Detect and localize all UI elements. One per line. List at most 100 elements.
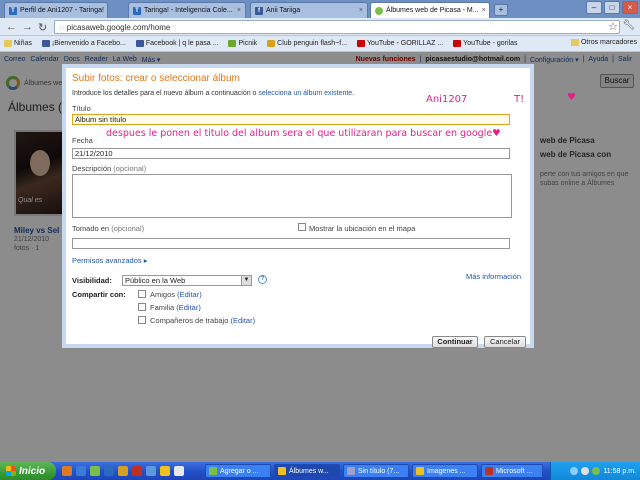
bookmark-label: YouTube - gorilas (463, 40, 518, 47)
select-existing-album-link[interactable]: selecciona un álbum existente (258, 90, 352, 97)
optional-hint: (opcional) (113, 164, 147, 173)
date-input[interactable]: 21/12/2010 (72, 148, 510, 159)
tab-picasa[interactable]: Álbumes web de Picasa - M... × (370, 2, 490, 18)
quicklaunch-icon[interactable] (90, 466, 100, 476)
tab-facebook[interactable]: f Anii Tariiɡa × (250, 2, 368, 18)
edit-link[interactable]: (Editar) (176, 303, 201, 312)
share-coworkers-label: Compañeros de trabajo (Editar) (150, 316, 255, 325)
task-label: Imagenes ... (427, 467, 466, 475)
share-family-label: Familia (Editar) (150, 303, 201, 312)
tab-label: Taringa! - Inteligencia Cole... (144, 7, 233, 14)
minimize-button[interactable]: – (586, 1, 602, 14)
forward-icon[interactable]: → (22, 21, 33, 33)
bookmark-item[interactable]: ¡Bienvenido a Facebo... (41, 40, 126, 47)
quicklaunch-icon[interactable] (174, 466, 184, 476)
facebook-icon (41, 40, 50, 47)
share-family-checkbox[interactable] (138, 303, 146, 311)
bookmark-item[interactable]: YouTube - GORILLAZ ... (357, 40, 443, 47)
url-text: picasaweb.google.com/home (66, 22, 171, 32)
close-window-button[interactable]: × (622, 1, 638, 14)
bookmark-item[interactable]: Club penguin flash~f... (267, 40, 347, 47)
wrench-icon[interactable]: 🔧︎ (622, 20, 635, 31)
tab-label: Anii Tariiɡa (266, 7, 301, 14)
volume-icon[interactable] (581, 467, 590, 475)
help-icon[interactable]: ? (258, 275, 267, 284)
title-label: Título (72, 104, 91, 113)
quicklaunch-icon[interactable] (118, 466, 128, 476)
taskbar-item[interactable]: Sin título (7... (343, 464, 409, 478)
task-label: Agregar o ... (220, 467, 259, 475)
chevron-down-icon: ▼ (241, 276, 251, 285)
clubpenguin-icon (267, 40, 276, 47)
visibility-select[interactable]: Público en la Web ▼ (122, 275, 252, 286)
visibility-value: Público en la Web (125, 276, 186, 285)
edit-link[interactable]: (Editar) (177, 290, 202, 299)
quicklaunch-icon[interactable] (132, 466, 142, 476)
taskbar-item[interactable]: Imagenes ... (412, 464, 478, 478)
start-button[interactable]: Inicio (0, 462, 56, 480)
cancel-button[interactable]: Cancelar (484, 336, 526, 348)
bookmark-item[interactable]: Facebook | q le pasa ... (135, 40, 219, 47)
close-icon[interactable]: × (482, 7, 486, 14)
intro-suffix: . (352, 90, 355, 97)
network-icon[interactable] (570, 467, 579, 475)
location-label-text: Tomado en (72, 224, 110, 233)
back-icon[interactable]: ← (6, 21, 17, 33)
taskbar-item[interactable]: Agregar o ... (205, 464, 271, 478)
clock: 11:58 p.m. (603, 467, 636, 475)
edit-link[interactable]: (Editar) (230, 316, 255, 325)
tab-taringa-profile[interactable]: T Perfil de Ani1207 - Taringa! × (4, 2, 108, 18)
bookmark-star-icon[interactable]: ☆ (608, 20, 618, 33)
share-option-label: Compañeros de trabajo (150, 316, 229, 325)
taskbar-item[interactable]: Álbumes w... (274, 464, 340, 478)
close-icon[interactable]: × (237, 7, 241, 14)
close-icon[interactable]: × (107, 7, 108, 14)
quicklaunch-icon[interactable] (146, 466, 156, 476)
create-album-dialog: Subir fotos: crear o seleccionar álbum I… (62, 64, 534, 348)
intro-text: Introduce los detalles para el nuevo álb… (72, 90, 259, 97)
quicklaunch-icon[interactable] (160, 466, 170, 476)
facebook-icon: f (255, 6, 263, 15)
quicklaunch-icon[interactable] (76, 466, 86, 476)
album-title-input[interactable]: Álbum sin título (72, 114, 510, 125)
app-icon (416, 467, 424, 475)
quicklaunch-icon[interactable] (62, 466, 72, 476)
close-icon[interactable]: × (359, 7, 363, 14)
bookmark-label: ¡Bienvenido a Facebo... (51, 40, 126, 47)
reload-icon[interactable]: ↻ (38, 21, 47, 34)
page-icon: ◌ (59, 22, 64, 32)
app-icon (278, 467, 286, 475)
task-label: Álbumes w... (289, 467, 329, 475)
quicklaunch-icon[interactable] (104, 466, 114, 476)
share-coworkers-checkbox[interactable] (138, 316, 146, 324)
more-info-link[interactable]: Más información (466, 272, 521, 281)
show-map-checkbox[interactable] (298, 223, 306, 231)
location-input[interactable] (72, 238, 510, 249)
taskbar-item[interactable]: Microsoft ... (481, 464, 543, 478)
new-tab-button[interactable]: + (494, 4, 508, 16)
maximize-button[interactable]: □ (604, 1, 620, 14)
picnik-icon (228, 40, 237, 47)
continue-button[interactable]: Continuar (432, 336, 478, 348)
tray-icon[interactable] (592, 467, 601, 475)
windows-logo-icon (6, 466, 16, 476)
address-bar[interactable]: ◌ picasaweb.google.com/home (54, 20, 620, 34)
description-textarea[interactable] (72, 174, 512, 218)
tab-taringa-inteligencia[interactable]: T Taringa! - Inteligencia Cole... × (128, 2, 246, 18)
share-option-label: Amigos (150, 290, 176, 299)
location-label: Tomado en (opcional) (72, 224, 144, 233)
bookmark-label: Facebook | q le pasa ... (145, 40, 219, 47)
bookmark-item[interactable]: Picnik (228, 40, 257, 47)
bookmark-item[interactable]: Niñas (4, 40, 32, 47)
share-option-label: Familia (150, 303, 175, 312)
advanced-permissions-link[interactable]: Permisos avanzados ▸ (72, 256, 147, 265)
share-friends-checkbox[interactable] (138, 290, 146, 298)
bookmark-item[interactable]: YouTube - gorilas (453, 40, 518, 47)
tab-label: Álbumes web de Picasa - M... (386, 7, 479, 14)
tab-bar: T Perfil de Ani1207 - Taringa! × T Tarin… (0, 0, 640, 18)
annotation-tag: T! (514, 94, 525, 105)
visibility-label: Visibilidad: (72, 276, 112, 285)
description-label: Descripción (opcional) (72, 164, 146, 173)
other-bookmarks[interactable]: Otros marcadores (570, 39, 637, 46)
facebook-icon (135, 40, 144, 47)
